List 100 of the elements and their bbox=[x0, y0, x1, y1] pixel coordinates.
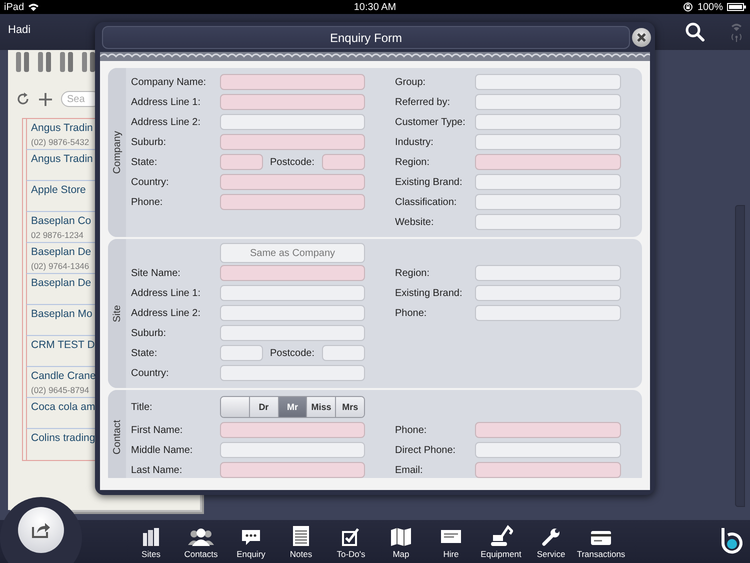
phone-number: (02) 9876-5432 bbox=[31, 137, 90, 147]
field-label: State: bbox=[131, 348, 158, 358]
field-label: Middle Name: bbox=[131, 444, 194, 456]
input-field[interactable] bbox=[475, 74, 621, 90]
tab-button[interactable]: Service bbox=[526, 523, 576, 563]
company-name[interactable]: Colins trading bbox=[31, 432, 96, 444]
field-label: Region: bbox=[395, 156, 430, 168]
company-name[interactable]: Apple Store bbox=[31, 184, 86, 196]
company-name[interactable]: Baseplan Co bbox=[31, 215, 92, 227]
field-label: Country: bbox=[131, 368, 170, 378]
field-label: Phone: bbox=[395, 424, 428, 436]
input-field[interactable] bbox=[475, 265, 621, 281]
company-name[interactable]: Baseplan De bbox=[31, 277, 92, 289]
field-label: Address Line 1: bbox=[131, 96, 202, 108]
segment-button[interactable]: Miss bbox=[307, 397, 336, 417]
input-field[interactable] bbox=[220, 442, 365, 458]
input-field[interactable] bbox=[475, 114, 621, 130]
field-label: Group: bbox=[395, 76, 427, 88]
device-name: iPad bbox=[4, 2, 24, 12]
input-field[interactable] bbox=[475, 422, 621, 438]
tab-button[interactable]: Sites bbox=[126, 523, 176, 563]
input-field[interactable] bbox=[475, 94, 621, 110]
tab-button[interactable]: Contacts bbox=[176, 523, 226, 563]
field-label: Address Line 2: bbox=[131, 308, 202, 318]
segment-button[interactable]: Dr bbox=[250, 397, 279, 417]
tab-button[interactable]: Enquiry bbox=[226, 523, 276, 563]
input-field[interactable] bbox=[220, 325, 365, 341]
logo-icon bbox=[720, 527, 744, 555]
side-panel-handle[interactable] bbox=[735, 205, 745, 507]
input-field[interactable] bbox=[475, 154, 621, 170]
input-field[interactable] bbox=[475, 462, 621, 478]
wrench-icon bbox=[541, 527, 561, 547]
excavator-icon bbox=[489, 525, 513, 547]
map-icon bbox=[390, 527, 412, 547]
input-field[interactable] bbox=[220, 345, 263, 361]
input-field[interactable] bbox=[220, 365, 365, 381]
company-name[interactable]: Angus Tradin bbox=[31, 153, 93, 165]
field-label: Existing Brand: bbox=[395, 288, 464, 298]
close-button[interactable] bbox=[632, 28, 651, 47]
input-field[interactable] bbox=[220, 174, 365, 190]
input-field[interactable] bbox=[475, 214, 621, 230]
input-field[interactable] bbox=[322, 345, 365, 361]
company-name[interactable]: Angus Tradin bbox=[31, 122, 93, 134]
input-field[interactable] bbox=[475, 134, 621, 150]
phone-number: 02 9876-1234 bbox=[31, 230, 84, 240]
tab-button[interactable]: Hire bbox=[426, 523, 476, 563]
field-label: Direct Phone: bbox=[395, 444, 457, 456]
input-field[interactable] bbox=[220, 154, 263, 170]
blank-segment-button[interactable] bbox=[221, 397, 250, 417]
input-field[interactable] bbox=[220, 114, 365, 130]
input-field[interactable] bbox=[475, 174, 621, 190]
input-field[interactable] bbox=[475, 285, 621, 301]
field-label: Referred by: bbox=[395, 96, 452, 108]
input-field[interactable] bbox=[220, 305, 365, 321]
rotation-lock-icon bbox=[683, 2, 694, 12]
field-label: Suburb: bbox=[131, 136, 168, 148]
input-field[interactable] bbox=[220, 265, 365, 281]
field-label: Email: bbox=[395, 464, 424, 476]
company-name[interactable]: Candle Crane bbox=[31, 370, 96, 382]
field-label: First Name: bbox=[131, 424, 184, 436]
input-field[interactable] bbox=[220, 134, 365, 150]
field-label: Suburb: bbox=[131, 328, 168, 338]
field-label: Existing Brand: bbox=[395, 176, 464, 188]
refresh-icon[interactable] bbox=[16, 92, 30, 106]
segment-button[interactable]: Mr bbox=[278, 397, 308, 417]
people-icon bbox=[188, 527, 214, 547]
company-name[interactable]: Baseplan De bbox=[31, 246, 92, 258]
section-label: Contact bbox=[112, 420, 122, 455]
input-field[interactable] bbox=[220, 94, 365, 110]
checkbox-icon bbox=[341, 527, 361, 547]
tab-button[interactable]: Equipment bbox=[476, 523, 526, 563]
field-label: Phone: bbox=[395, 308, 428, 318]
tab-button[interactable]: Map bbox=[376, 523, 426, 563]
input-field[interactable] bbox=[322, 154, 365, 170]
notepad-icon bbox=[292, 525, 310, 547]
input-field[interactable] bbox=[475, 194, 621, 210]
input-field[interactable] bbox=[475, 305, 621, 321]
same-as-company-button[interactable]: Same as Company bbox=[220, 243, 365, 263]
tab-button[interactable]: Notes bbox=[276, 523, 326, 563]
tab-button[interactable]: To-Do's bbox=[326, 523, 376, 563]
company-name[interactable]: Baseplan Mo bbox=[31, 308, 92, 320]
input-field[interactable] bbox=[220, 74, 365, 90]
company-name[interactable]: Coca cola am bbox=[31, 401, 96, 413]
field-label: Last Name: bbox=[131, 464, 184, 476]
field-label: Customer Type: bbox=[395, 116, 466, 128]
input-field[interactable] bbox=[220, 462, 365, 478]
company-name[interactable]: CRM TEST D bbox=[31, 339, 95, 351]
field-label: Site Name: bbox=[131, 268, 182, 278]
tab-button[interactable]: Transactions bbox=[576, 523, 626, 563]
input-field[interactable] bbox=[220, 194, 365, 210]
input-field[interactable] bbox=[220, 422, 365, 438]
search-icon[interactable] bbox=[685, 22, 705, 42]
field-label: Website: bbox=[395, 216, 435, 228]
close-icon bbox=[636, 32, 647, 43]
input-field[interactable] bbox=[475, 442, 621, 458]
plus-icon[interactable] bbox=[38, 92, 53, 106]
card-icon bbox=[590, 529, 612, 547]
input-field[interactable] bbox=[220, 285, 365, 301]
clock: 10:30 AM bbox=[354, 2, 396, 12]
segment-button[interactable]: Mrs bbox=[336, 397, 364, 417]
